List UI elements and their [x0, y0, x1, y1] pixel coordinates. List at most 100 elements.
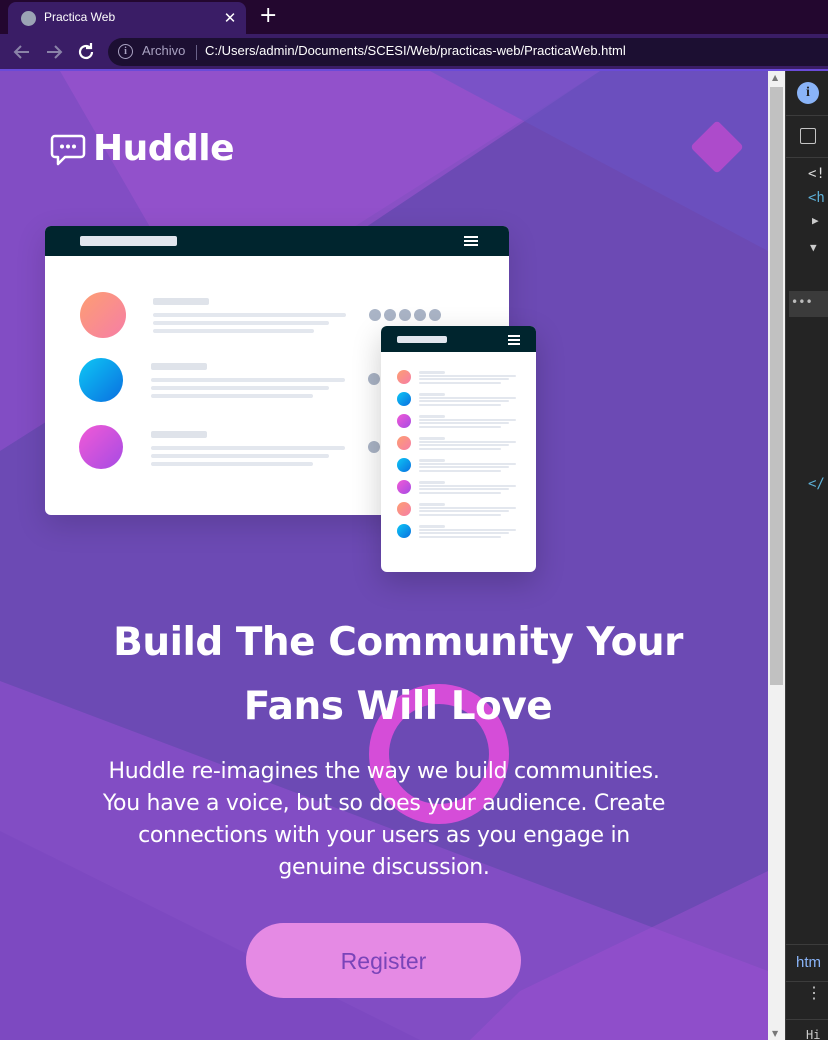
- placeholder-line: [153, 329, 314, 333]
- avatar: [397, 480, 411, 494]
- placeholder-line: [419, 396, 516, 399]
- chat-bubble-icon: [50, 134, 86, 166]
- tab-strip: Practica Web ✕ +: [0, 0, 828, 34]
- placeholder-line: [419, 488, 509, 490]
- browser-toolbar: i Archivo C:/Users/admin/Documents/SCESI…: [0, 34, 828, 70]
- devtools-breadcrumb[interactable]: htm: [796, 954, 821, 971]
- placeholder-line: [151, 454, 329, 458]
- description-line: You have a voice, but so does your audie…: [102, 791, 666, 816]
- mobile-mockup-header: [381, 326, 536, 352]
- devtools-panel: i <! <h ▶ ▼ ••• </ htm ⋮ Hi: [785, 71, 828, 1040]
- placeholder-dot: [384, 309, 396, 321]
- placeholder-line: [419, 371, 445, 374]
- mobile-title-placeholder: [397, 336, 447, 343]
- placeholder-line: [419, 381, 501, 384]
- expand-triangle-icon[interactable]: ▶: [812, 214, 819, 227]
- mockup-title-placeholder: [80, 236, 177, 246]
- placeholder-line: [153, 298, 209, 305]
- placeholder-line: [419, 528, 516, 531]
- avatar: [79, 425, 123, 469]
- forward-button[interactable]: [42, 40, 66, 64]
- placeholder-line: [419, 378, 509, 380]
- placeholder-line: [419, 532, 509, 534]
- placeholder-line: [419, 425, 501, 428]
- hero-headline: Build The Community Your Fans Will Love: [100, 611, 696, 739]
- devtools-divider: [786, 157, 828, 158]
- placeholder-line: [419, 503, 445, 506]
- placeholder-line: [151, 386, 329, 390]
- avatar: [397, 436, 411, 450]
- placeholder-line: [419, 525, 445, 528]
- new-tab-button[interactable]: +: [259, 4, 277, 28]
- placeholder-line: [419, 459, 445, 462]
- dom-tree-line[interactable]: <h: [808, 190, 825, 206]
- avatar: [397, 524, 411, 538]
- placeholder-dot: [368, 441, 380, 453]
- hamburger-icon: [464, 236, 478, 248]
- dom-tree-line[interactable]: </: [808, 476, 825, 492]
- more-dots-icon[interactable]: •••: [791, 295, 813, 309]
- placeholder-line: [419, 440, 516, 443]
- reload-icon: [78, 43, 94, 60]
- avatar: [397, 392, 411, 406]
- scroll-down-arrow-icon[interactable]: ▼: [772, 1029, 778, 1038]
- inspect-element-icon[interactable]: [800, 128, 816, 144]
- collapse-triangle-icon[interactable]: ▼: [810, 241, 817, 254]
- placeholder-line: [419, 513, 501, 516]
- devtools-divider: [786, 944, 828, 945]
- description-line: genuine discussion.: [278, 855, 490, 880]
- register-button[interactable]: Register: [246, 923, 521, 998]
- avatar: [397, 414, 411, 428]
- placeholder-line: [151, 378, 345, 382]
- browser-tab[interactable]: Practica Web ✕: [8, 2, 246, 34]
- placeholder-line: [151, 363, 207, 370]
- tab-title: Practica Web: [44, 10, 116, 24]
- origin-label: Archivo: [142, 43, 186, 58]
- placeholder-line: [419, 481, 445, 484]
- placeholder-dot: [399, 309, 411, 321]
- placeholder-line: [419, 418, 516, 421]
- devtools-divider: [786, 1019, 828, 1020]
- headline-line: Build The Community Your: [113, 620, 683, 665]
- omnibox-divider: [196, 45, 197, 60]
- placeholder-line: [419, 415, 445, 418]
- mockup-header: [45, 226, 509, 256]
- placeholder-line: [419, 393, 445, 396]
- hero-description: Huddle re-imagines the way we build comm…: [90, 756, 678, 884]
- placeholder-line: [419, 422, 509, 424]
- scroll-up-arrow-icon[interactable]: ▲: [772, 73, 778, 82]
- brand-name: Huddle: [93, 128, 235, 169]
- devtools-bottom-label: Hi: [806, 1028, 821, 1040]
- avatar: [397, 502, 411, 516]
- placeholder-line: [419, 437, 445, 440]
- close-tab-icon[interactable]: ✕: [222, 8, 238, 28]
- placeholder-line: [153, 313, 346, 317]
- placeholder-line: [419, 447, 501, 450]
- placeholder-line: [419, 444, 509, 446]
- back-button[interactable]: [10, 40, 34, 64]
- info-icon[interactable]: i: [118, 44, 133, 59]
- placeholder-line: [419, 506, 516, 509]
- placeholder-line: [419, 510, 509, 512]
- scrollbar-thumb[interactable]: [770, 87, 783, 685]
- page-scrollbar[interactable]: ▲ ▼: [768, 71, 785, 1040]
- placeholder-dot: [368, 373, 380, 385]
- devtools-divider: [786, 981, 828, 982]
- hamburger-icon: [508, 335, 520, 347]
- avatar: [80, 292, 126, 338]
- placeholder-line: [419, 484, 516, 487]
- globe-icon: [21, 11, 36, 26]
- placeholder-line: [419, 462, 516, 465]
- address-bar[interactable]: i Archivo C:/Users/admin/Documents/SCESI…: [108, 38, 828, 66]
- placeholder-line: [151, 431, 207, 438]
- url-text[interactable]: C:/Users/admin/Documents/SCESI/Web/pract…: [205, 43, 626, 58]
- info-icon[interactable]: i: [797, 82, 819, 104]
- dom-tree-line[interactable]: <!: [808, 166, 825, 182]
- description-line: connections with your users as you engag…: [138, 823, 630, 848]
- kebab-menu-icon[interactable]: ⋮: [806, 985, 822, 1001]
- page-viewport: Huddle Build The Community Your Fans Wil…: [0, 71, 768, 1040]
- arrow-left-icon: [13, 45, 29, 59]
- description-line: Huddle re-imagines the way we build comm…: [108, 759, 660, 784]
- reload-button[interactable]: [74, 40, 98, 64]
- placeholder-line: [151, 394, 313, 398]
